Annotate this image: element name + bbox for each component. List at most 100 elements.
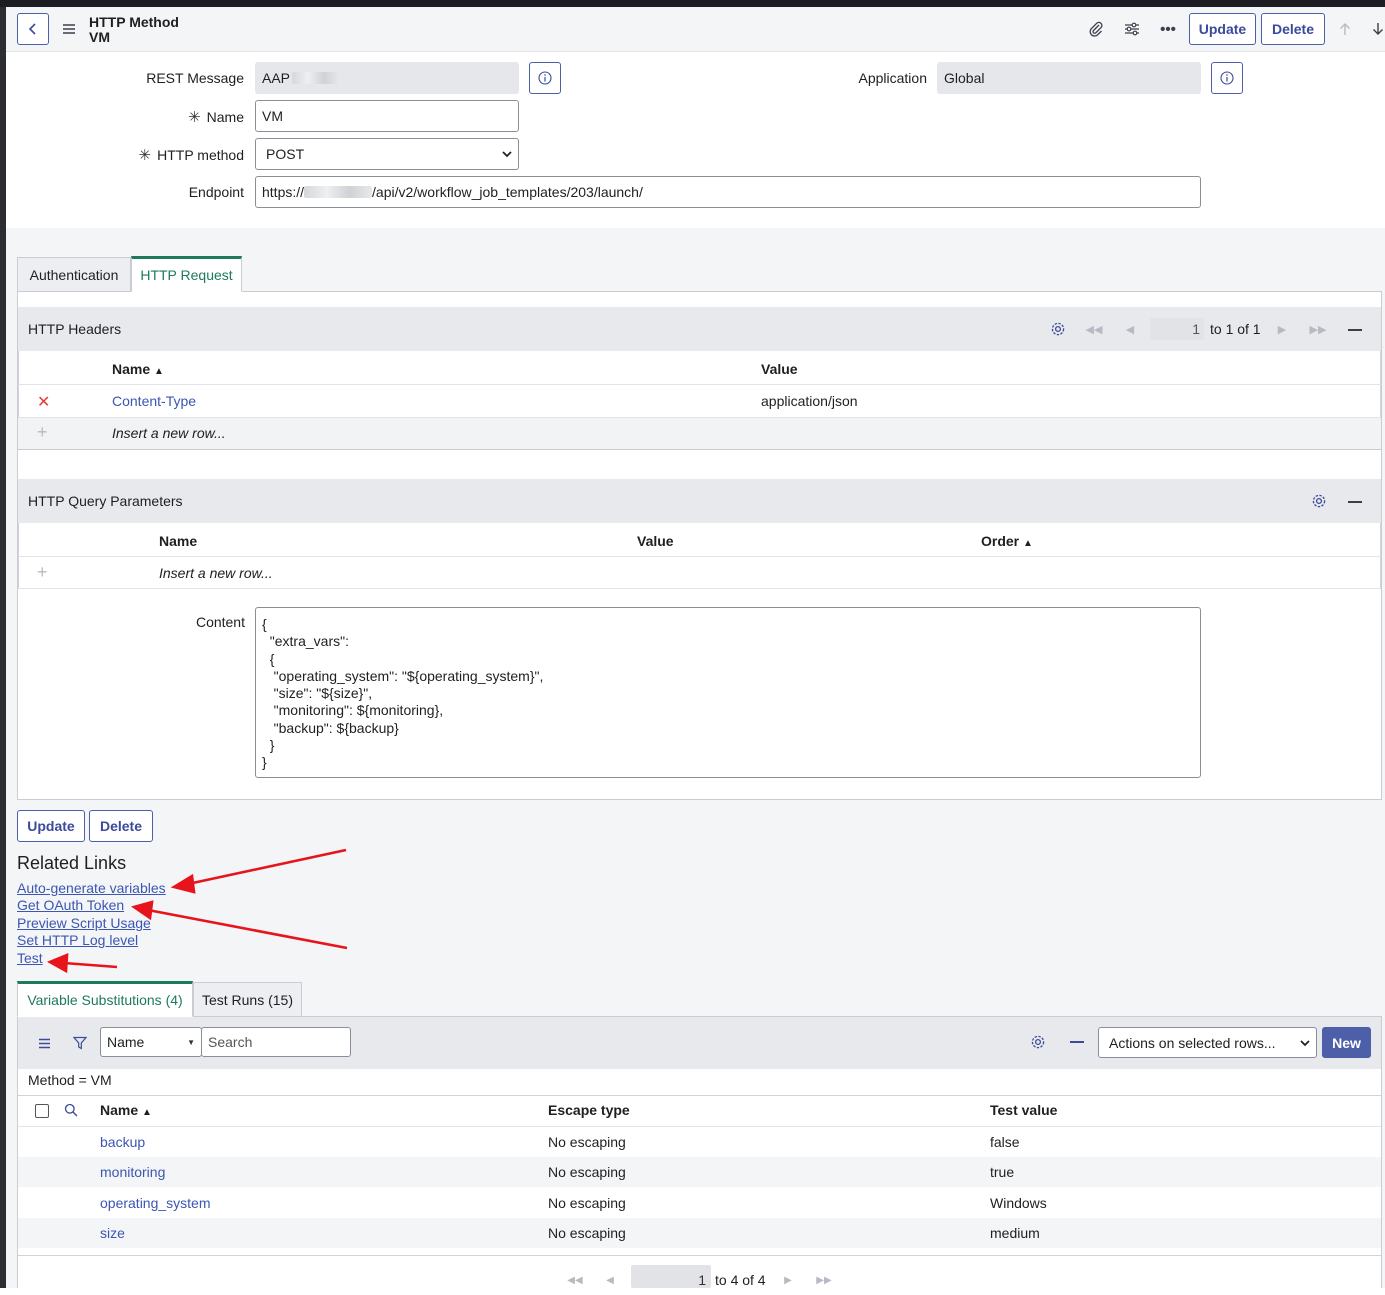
- delete-button[interactable]: Delete: [89, 810, 153, 842]
- personalize-button[interactable]: [1122, 19, 1142, 39]
- annotation-arrows: [47, 848, 348, 974]
- select-all-checkbox[interactable]: [35, 1104, 49, 1118]
- tab-authentication[interactable]: Authentication: [17, 257, 131, 292]
- menu-icon: [38, 1038, 50, 1048]
- variable-name-link[interactable]: size: [100, 1225, 125, 1241]
- rest-message-value: AAP: [262, 70, 291, 86]
- table-row: [18, 1157, 1381, 1187]
- header-delete-button[interactable]: Delete: [1261, 13, 1325, 45]
- prev-page-icon: ◀: [606, 1275, 614, 1286]
- first-page-button[interactable]: ◀◀: [1085, 320, 1103, 338]
- collapse-icon[interactable]: [1070, 1041, 1084, 1043]
- content-textarea[interactable]: { "extra_vars": { "operating_system": "$…: [255, 607, 1201, 778]
- page-count-text: to 1 of 1: [1210, 321, 1261, 337]
- next-page-button[interactable]: ▶: [782, 1273, 794, 1288]
- column-header-name[interactable]: Name: [159, 533, 197, 549]
- info-icon: [1220, 71, 1234, 85]
- column-header-name[interactable]: Name ▲: [100, 1102, 152, 1118]
- name-input[interactable]: VM: [255, 100, 519, 132]
- last-page-icon: ▶▶: [1309, 323, 1327, 336]
- first-page-icon: ◀◀: [1085, 323, 1103, 336]
- prev-page-icon: ◀: [1125, 323, 1135, 336]
- filter-breadcrumb[interactable]: Method = VM: [28, 1072, 112, 1088]
- update-button[interactable]: Update: [17, 810, 85, 842]
- list-settings-button[interactable]: [1028, 1032, 1048, 1052]
- list-menu-button[interactable]: [35, 1033, 53, 1053]
- next-page-button[interactable]: ▶: [1275, 320, 1289, 338]
- page-number-input[interactable]: 1: [631, 1265, 711, 1288]
- prev-page-button[interactable]: ◀: [604, 1273, 616, 1288]
- next-record-button[interactable]: [1370, 19, 1385, 39]
- variable-name-link[interactable]: monitoring: [100, 1164, 165, 1180]
- attachment-icon: [1089, 21, 1103, 37]
- actions-select-value: Actions on selected rows...: [1109, 1034, 1276, 1051]
- header-name-link[interactable]: Content-Type: [112, 393, 196, 409]
- last-page-button[interactable]: ▶▶: [1309, 320, 1327, 338]
- name-label: ✳ Name: [100, 108, 244, 126]
- more-options-button[interactable]: •••: [1158, 19, 1178, 39]
- attachment-button[interactable]: [1086, 19, 1106, 39]
- menu-icon: [63, 24, 75, 34]
- variable-name-link[interactable]: backup: [100, 1134, 145, 1150]
- http-query-bar: [18, 479, 1381, 523]
- column-header-value[interactable]: Value: [637, 533, 674, 549]
- endpoint-input[interactable]: https:// /api/v2/workflow_job_templates/2…: [255, 176, 1201, 208]
- column-header-escape-type[interactable]: Escape type: [548, 1102, 630, 1118]
- actions-select[interactable]: Actions on selected rows...: [1098, 1027, 1317, 1058]
- page-number-input[interactable]: 1: [1150, 318, 1204, 340]
- column-header-name[interactable]: Name ▲: [112, 361, 164, 377]
- tab-http-request[interactable]: HTTP Request: [131, 256, 242, 292]
- chevron-down-icon: [1300, 1039, 1310, 1046]
- back-icon: [28, 23, 36, 35]
- divider: [18, 384, 1381, 385]
- first-page-button[interactable]: ◀◀: [566, 1273, 584, 1288]
- previous-record-button[interactable]: [1336, 19, 1354, 39]
- page-title: HTTP Method VM: [89, 15, 179, 45]
- test-value-cell: false: [990, 1134, 1020, 1150]
- endpoint-prefix: https://: [262, 184, 305, 200]
- search-field-select[interactable]: Name ▼: [100, 1027, 202, 1057]
- filter-button[interactable]: [71, 1033, 89, 1053]
- tab-test-runs[interactable]: Test Runs (15): [193, 982, 302, 1017]
- http-query-title: HTTP Query Parameters: [28, 493, 183, 509]
- menu-button[interactable]: [60, 19, 78, 39]
- gear-icon: [1051, 322, 1065, 336]
- test-value-cell: true: [990, 1164, 1015, 1180]
- sort-asc-icon: ▲: [1023, 538, 1033, 549]
- http-query-settings-button[interactable]: [1309, 491, 1329, 511]
- escape-type-cell: No escaping: [548, 1134, 626, 1150]
- column-header-order[interactable]: Order ▲: [981, 533, 1033, 549]
- column-search-button[interactable]: [64, 1103, 78, 1120]
- table-row: [18, 1127, 1381, 1157]
- info-icon: [538, 71, 552, 85]
- arrow-up-icon: [1340, 23, 1350, 35]
- back-button[interactable]: [17, 13, 49, 45]
- caret-down-icon: ▼: [187, 1037, 195, 1047]
- insert-row-text[interactable]: Insert a new row...: [159, 565, 273, 581]
- delete-row-icon[interactable]: ✕: [37, 392, 50, 412]
- prev-page-button[interactable]: ◀: [1123, 320, 1137, 338]
- column-header-test-value[interactable]: Test value: [990, 1102, 1057, 1118]
- annotation-arrowhead: [170, 873, 196, 894]
- column-header-value[interactable]: Value: [761, 361, 798, 377]
- collapse-icon[interactable]: [1348, 501, 1362, 503]
- header-update-button[interactable]: Update: [1189, 13, 1256, 45]
- rest-message-field: AAP: [255, 62, 519, 94]
- escape-type-cell: No escaping: [548, 1225, 626, 1241]
- http-headers-settings-button[interactable]: [1048, 319, 1068, 339]
- variable-name-link[interactable]: operating_system: [100, 1195, 211, 1211]
- tab-variable-substitutions[interactable]: Variable Substitutions (4): [17, 981, 193, 1017]
- rest-message-label: REST Message: [146, 70, 244, 86]
- http-method-select[interactable]: POST: [255, 138, 519, 170]
- rest-message-info-button[interactable]: [529, 62, 561, 94]
- form-header: [6, 7, 1385, 52]
- add-icon: +: [37, 562, 48, 582]
- http-method-label: ✳ HTTP method: [100, 146, 244, 164]
- new-button[interactable]: New: [1322, 1027, 1371, 1058]
- application-info-button[interactable]: [1211, 62, 1243, 94]
- search-input[interactable]: Search: [201, 1027, 351, 1057]
- collapse-icon[interactable]: [1348, 329, 1362, 331]
- last-page-button[interactable]: ▶▶: [815, 1273, 833, 1288]
- insert-row-text[interactable]: Insert a new row...: [112, 425, 226, 441]
- sort-asc-icon: ▲: [154, 366, 164, 377]
